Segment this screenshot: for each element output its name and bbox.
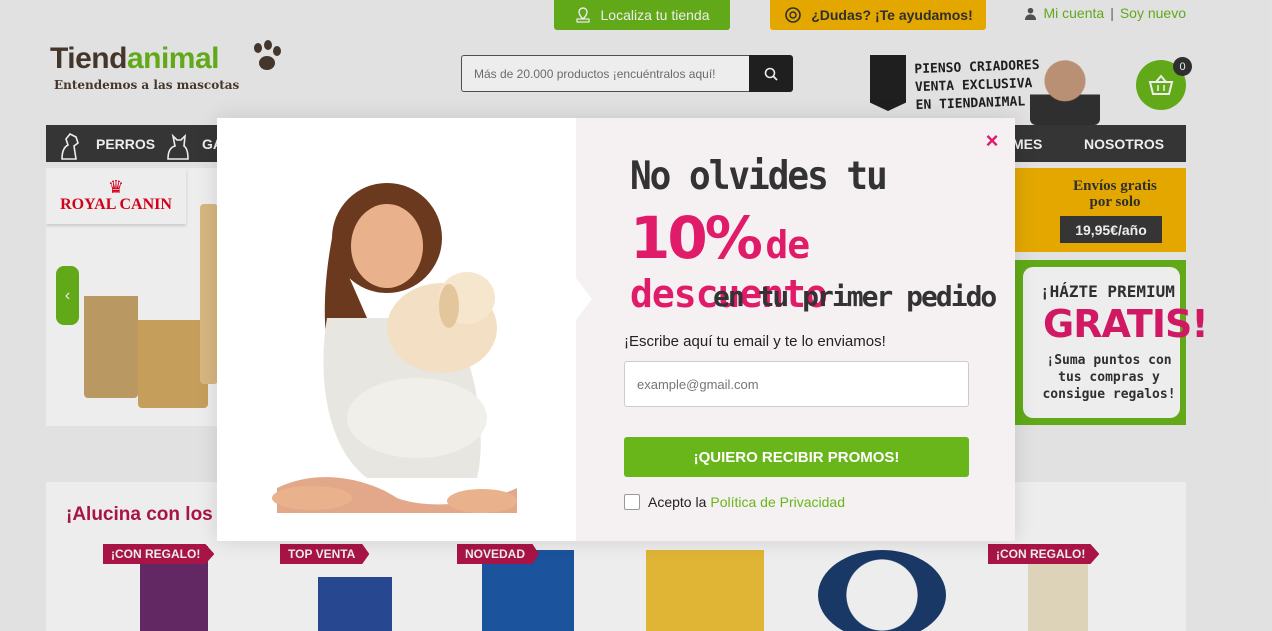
consent-prefix: Acepto la: [648, 494, 707, 510]
discount-percent: 10%: [630, 204, 763, 272]
modal-notch: [560, 276, 592, 322]
headline-line1: No olvides tu: [630, 153, 888, 200]
subscribe-button[interactable]: ¡QUIERO RECIBIR PROMOS!: [624, 437, 969, 477]
close-icon: ×: [985, 128, 999, 153]
privacy-consent: Acepto la Política de Privacidad: [624, 494, 845, 510]
discount-modal: × No olvides tu 10% de descuento en tu p…: [217, 118, 1015, 541]
email-input[interactable]: [624, 361, 969, 407]
close-button[interactable]: ×: [981, 128, 1003, 153]
privacy-checkbox[interactable]: [624, 494, 640, 510]
headline-line3: en tu primer pedido: [713, 280, 997, 313]
girl-with-puppy-image: [272, 183, 517, 513]
modal-image-panel: [217, 118, 576, 541]
email-prompt: ¡Escribe aquí tu email y te lo enviamos!: [624, 333, 886, 350]
privacy-policy-link[interactable]: Política de Privacidad: [710, 494, 845, 510]
